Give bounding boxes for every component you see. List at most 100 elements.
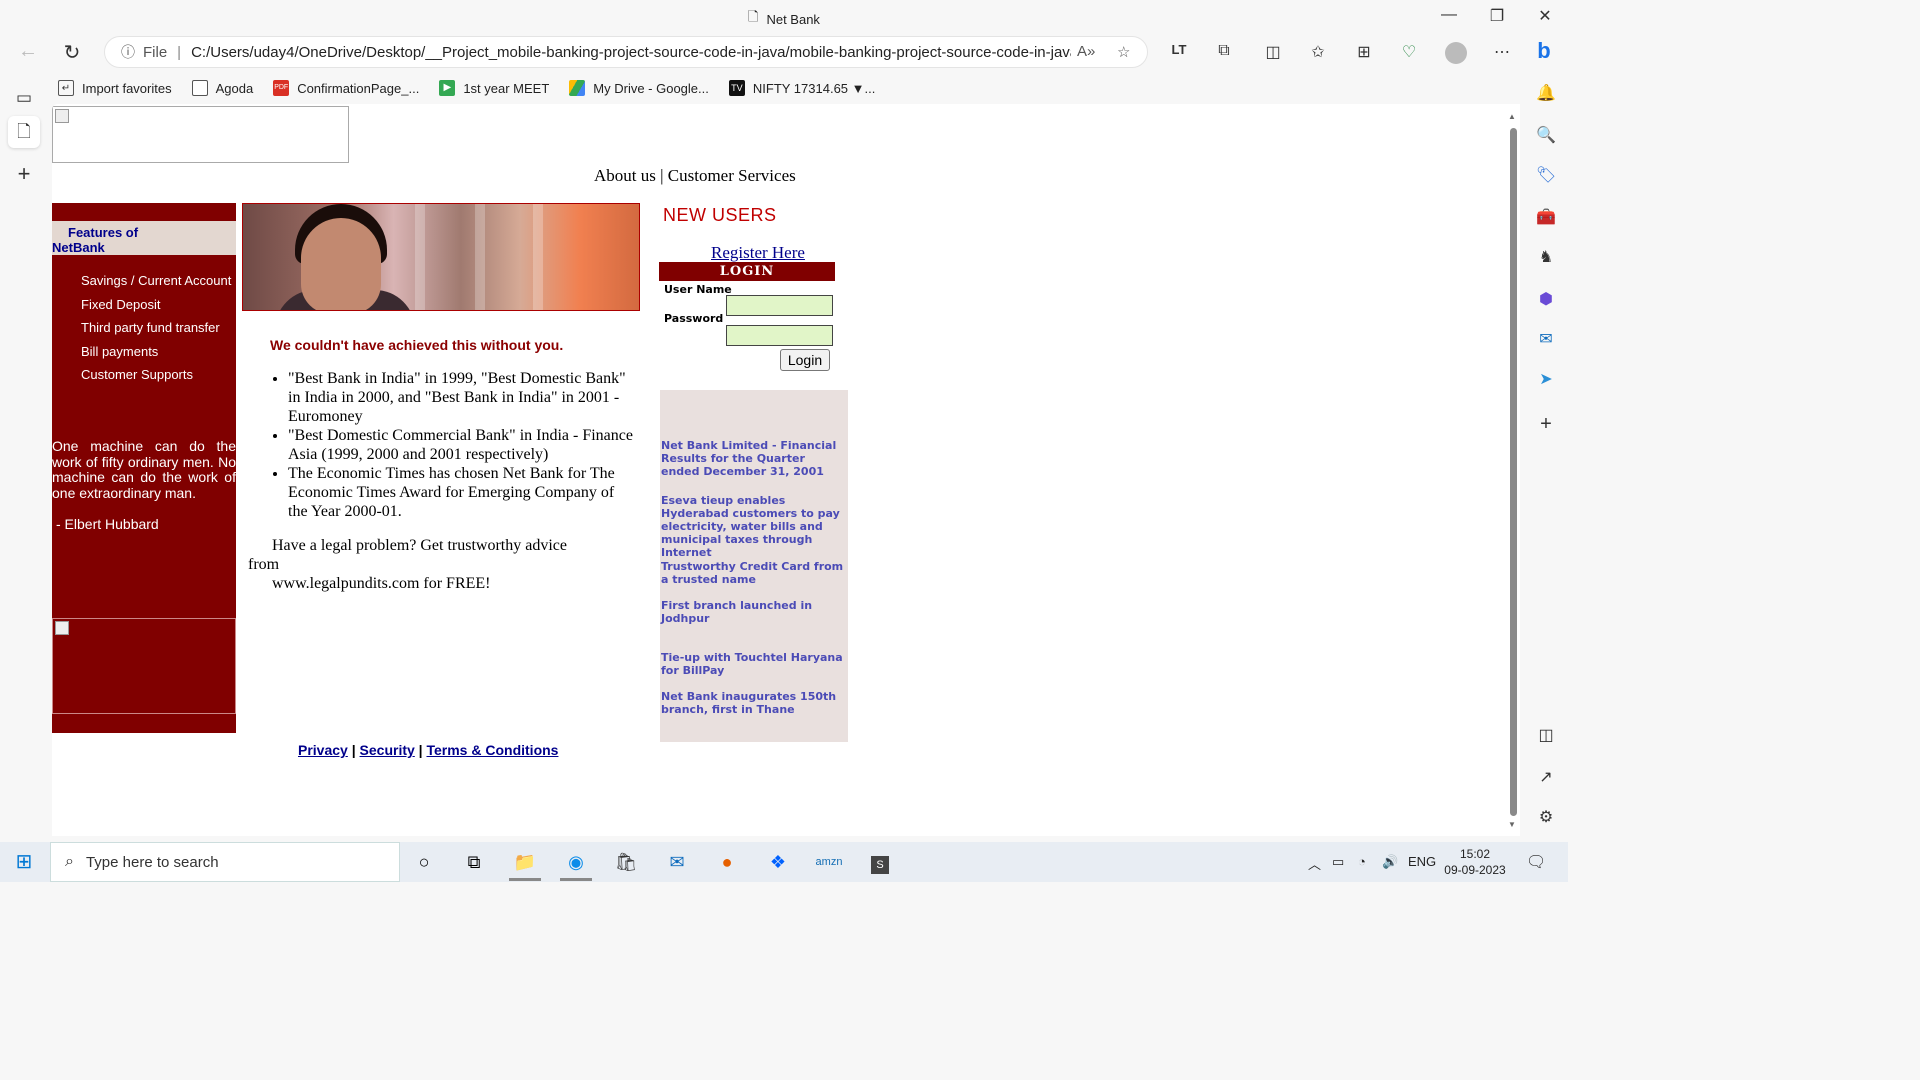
windows-start-icon[interactable]: ⊞	[4, 846, 44, 878]
outlook-icon[interactable]: ✉	[1534, 328, 1558, 352]
taskbar-search[interactable]: ⌕ Type here to search	[50, 842, 400, 882]
close-button[interactable]: ✕	[1530, 6, 1560, 26]
feature-item[interactable]: Bill payments	[81, 344, 231, 368]
news-item[interactable]: Eseva tieup enables Hyderabad customers …	[661, 494, 846, 559]
info-icon[interactable]: ⓘ	[121, 42, 135, 62]
favorite-confirmation[interactable]: PDF ConfirmationPage_...	[273, 80, 419, 96]
tab-net-bank[interactable]: 🗋	[8, 116, 40, 148]
feature-item[interactable]: Fixed Deposit	[81, 297, 231, 321]
notification-center-icon[interactable]: 🗨	[1526, 852, 1546, 872]
send-icon[interactable]: ➤	[1534, 368, 1558, 392]
scroll-down-icon[interactable]: ▼	[1508, 820, 1516, 829]
drive-icon	[569, 80, 586, 96]
minimize-button[interactable]: —	[1434, 6, 1464, 24]
news-item[interactable]: Net Bank Limited - Financial Results for…	[661, 439, 846, 478]
favorite-import[interactable]: ↵ Import favorites	[58, 80, 172, 96]
new-tab-icon[interactable]: +	[8, 158, 40, 190]
news-item[interactable]: Tie-up with Touchtel Haryana for BillPay	[661, 651, 846, 677]
back-icon[interactable]: ←	[14, 40, 42, 63]
amazon-icon[interactable]: amzn	[809, 846, 849, 878]
favorite-star-icon[interactable]: ☆	[1117, 43, 1130, 61]
register-link[interactable]: Register Here	[711, 243, 805, 263]
mail-icon[interactable]: ✉	[657, 846, 697, 878]
password-label: Password	[664, 312, 724, 325]
search-icon[interactable]: 🔍	[1534, 124, 1558, 148]
legal-advice: Have a legal problem? Get trustworthy ad…	[248, 536, 588, 593]
url-scheme: File	[143, 43, 168, 61]
cortana-icon[interactable]: ○	[404, 846, 444, 878]
edge-sidebar: 🔔 🔍 🏷 🧰 ♞ ⬢ ✉ ➤ + ◫ ↗ ⚙	[1522, 34, 1568, 844]
refresh-icon[interactable]: ↻	[58, 40, 86, 65]
games-icon[interactable]: ♞	[1534, 246, 1558, 270]
about-us-link[interactable]: About us	[594, 166, 656, 185]
dropbox-icon[interactable]: ❖	[758, 846, 798, 878]
meet-icon: ▶	[439, 80, 456, 96]
read-aloud-icon[interactable]: A»	[1077, 43, 1095, 60]
split-screen-icon[interactable]: ◫	[1261, 42, 1285, 62]
s-app-icon[interactable]: S	[860, 846, 900, 878]
language-indicator[interactable]: ENG	[1408, 854, 1436, 869]
url-separator: |	[177, 43, 182, 61]
edge-browser-icon[interactable]: ◉	[556, 846, 596, 881]
favorite-meet[interactable]: ▶ 1st year MEET	[439, 80, 549, 96]
browser-essentials-icon[interactable]: ♡	[1397, 42, 1421, 62]
store-icon[interactable]: 🛍	[606, 846, 646, 878]
open-external-icon[interactable]: ↗	[1534, 766, 1558, 790]
features-heading-line1: Features of	[68, 225, 139, 240]
security-link[interactable]: Security	[360, 742, 415, 758]
news-item[interactable]: Net Bank inaugurates 150th branch, first…	[661, 690, 846, 716]
m365-icon[interactable]: ⬢	[1534, 288, 1558, 312]
login-button[interactable]: Login	[780, 349, 830, 371]
window-pane	[533, 204, 543, 310]
scrollbar-thumb[interactable]	[1510, 128, 1517, 816]
address-row: ← ↻ ⓘ File | C:/Users/uday4/OneDrive/Des…	[0, 34, 1568, 72]
banner-image	[242, 203, 640, 311]
collections-icon[interactable]: ⊞	[1352, 42, 1376, 62]
wifi-icon[interactable]: ◔	[1358, 854, 1366, 869]
password-input[interactable]	[726, 325, 833, 346]
sidebar-layout-icon[interactable]: ◫	[1534, 724, 1558, 748]
system-clock[interactable]: 15:02 09-09-2023	[1440, 846, 1510, 878]
customer-services-link[interactable]: Customer Services	[668, 166, 796, 185]
add-sidebar-app-icon[interactable]: +	[1534, 412, 1558, 436]
terms-link[interactable]: Terms & Conditions	[426, 742, 558, 758]
volume-icon[interactable]: 🔊	[1382, 854, 1398, 870]
url-text[interactable]: C:/Users/uday4/OneDrive/Desktop/__Projec…	[191, 44, 1071, 61]
username-input[interactable]	[726, 295, 833, 316]
feature-item[interactable]: Savings / Current Account	[81, 273, 231, 297]
broken-image-icon	[55, 109, 69, 123]
feature-item[interactable]: Third party fund transfer	[81, 320, 231, 344]
tradingview-icon: TV	[728, 80, 745, 96]
profile-avatar-icon[interactable]	[1444, 42, 1468, 69]
favorite-agoda[interactable]: Agoda	[191, 80, 253, 96]
favorite-nifty[interactable]: TV NIFTY 17314.65 ▼...	[728, 80, 875, 96]
favorite-label: Import favorites	[82, 80, 172, 96]
more-menu-icon[interactable]: ⋯	[1490, 42, 1514, 62]
task-view-icon[interactable]: ⧉	[454, 846, 494, 878]
extensions-icon[interactable]: ⧉	[1212, 42, 1236, 60]
windows-taskbar: ⊞ ⌕ Type here to search ○ ⧉ 📁 ◉ 🛍 ✉ ● ❖ …	[0, 842, 1568, 882]
tab-actions-icon[interactable]: ▭	[8, 82, 40, 114]
feature-item[interactable]: Customer Supports	[81, 367, 231, 391]
features-sidebar: Features of NetBank Savings / Current Ac…	[52, 203, 236, 733]
battery-icon[interactable]: ▭	[1332, 854, 1344, 870]
news-item[interactable]: First branch launched in Jodhpur	[661, 599, 846, 625]
firefox-icon[interactable]: ●	[707, 846, 747, 878]
page-scrollbar[interactable]: ▲ ▼	[1508, 112, 1518, 832]
notifications-icon[interactable]: 🔔	[1534, 82, 1558, 106]
favorites-icon[interactable]: ✩	[1306, 42, 1330, 62]
scroll-up-icon[interactable]: ▲	[1508, 112, 1516, 121]
tools-icon[interactable]: 🧰	[1534, 206, 1558, 230]
awards-list: "Best Bank in India" in 1999, "Best Dome…	[288, 369, 633, 521]
restore-button[interactable]: ❐	[1482, 6, 1512, 26]
favorite-label: 1st year MEET	[463, 80, 550, 96]
favorite-drive[interactable]: My Drive - Google...	[569, 80, 709, 96]
tray-chevron-icon[interactable]: ︿	[1308, 854, 1321, 873]
settings-gear-icon[interactable]: ⚙	[1534, 806, 1558, 830]
privacy-link[interactable]: Privacy	[298, 742, 348, 758]
shopping-icon[interactable]: 🏷	[1534, 164, 1558, 188]
news-item[interactable]: Trustworthy Credit Card from a trusted n…	[661, 560, 846, 586]
address-bar[interactable]: ⓘ File | C:/Users/uday4/OneDrive/Desktop…	[104, 36, 1148, 68]
file-explorer-icon[interactable]: 📁	[505, 846, 545, 881]
extension-lt-icon[interactable]: LT	[1167, 42, 1191, 57]
